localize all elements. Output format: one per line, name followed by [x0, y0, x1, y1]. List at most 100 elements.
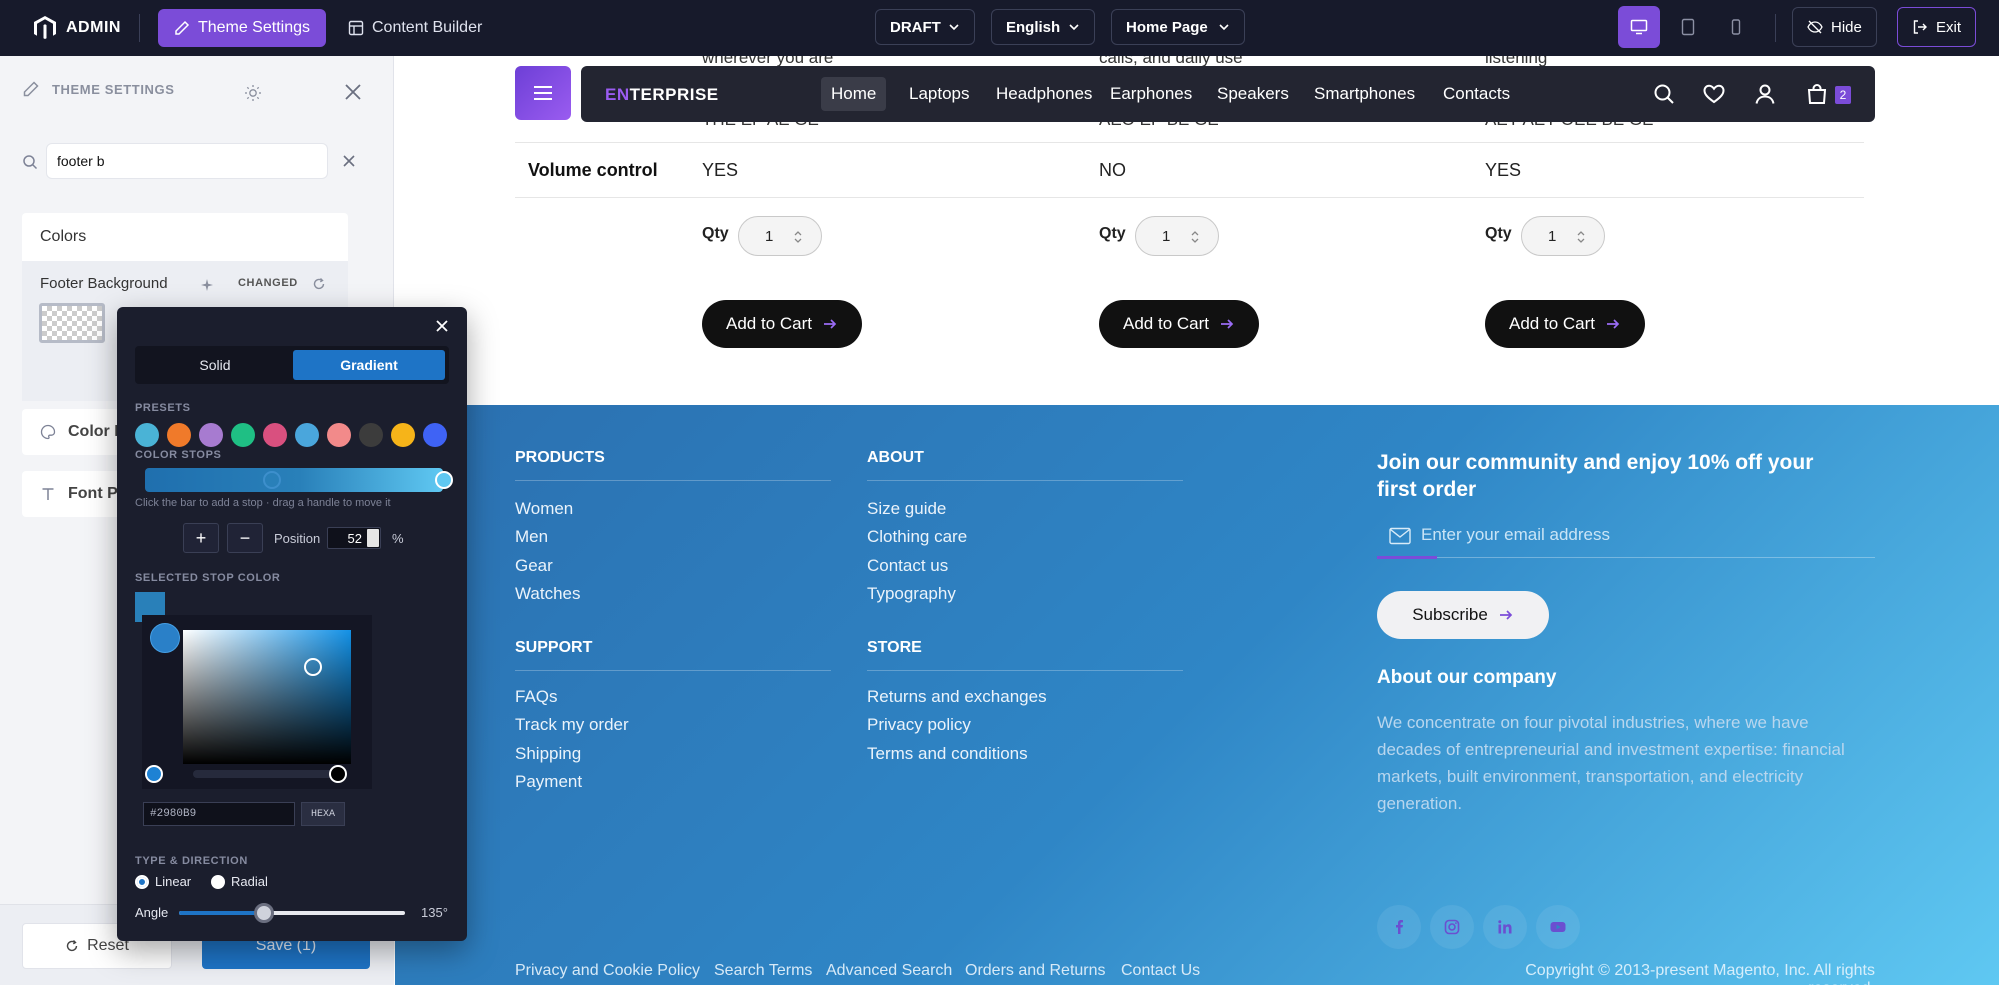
preset-swatch[interactable] — [327, 423, 351, 447]
store-logo[interactable]: ENTERPRISE — [605, 85, 719, 105]
hue-slider-knob[interactable] — [145, 765, 163, 783]
footer-background-swatch[interactable] — [39, 303, 105, 343]
footer-link-privacy[interactable]: Privacy policy — [867, 715, 971, 735]
status-select[interactable]: DRAFT — [875, 9, 975, 45]
footer-link-track-order[interactable]: Track my order — [515, 715, 629, 735]
cart-icon[interactable] — [1805, 82, 1829, 106]
colors-section-header[interactable]: Colors — [22, 213, 348, 261]
search-icon[interactable] — [1652, 82, 1676, 106]
subscribe-button[interactable]: Subscribe — [1377, 591, 1549, 639]
language-select[interactable]: English — [991, 9, 1095, 45]
admin-brand[interactable]: ADMIN — [34, 16, 121, 40]
footer-bottom-link[interactable]: Privacy and Cookie Policy — [515, 962, 700, 980]
nav-home[interactable]: Home — [821, 77, 887, 111]
facebook-button[interactable] — [1377, 905, 1421, 949]
youtube-button[interactable] — [1536, 905, 1580, 949]
footer-link-clothing-care[interactable]: Clothing care — [867, 527, 967, 547]
preset-swatch[interactable] — [199, 423, 223, 447]
tab-gradient[interactable]: Gradient — [293, 350, 445, 380]
exit-icon — [1913, 20, 1927, 34]
linkedin-button[interactable] — [1483, 905, 1527, 949]
footer-link-typography[interactable]: Typography — [867, 584, 956, 604]
remove-stop-button[interactable]: − — [227, 523, 263, 553]
footer-bottom-link[interactable]: Contact Us — [1121, 962, 1200, 980]
footer-link-payment[interactable]: Payment — [515, 772, 582, 792]
mobile-view-button[interactable] — [1715, 6, 1757, 48]
selected-stop-label: SELECTED STOP COLOR — [135, 572, 281, 584]
alpha-slider-knob[interactable] — [329, 765, 347, 783]
footer-link-watches[interactable]: Watches — [515, 584, 581, 604]
nav-contacts[interactable]: Contacts — [1433, 77, 1520, 111]
theme-settings-button[interactable]: Theme Settings — [157, 9, 326, 47]
hide-button[interactable]: Hide — [1792, 7, 1877, 47]
saturation-value-field[interactable] — [183, 630, 351, 764]
footer-link-size-guide[interactable]: Size guide — [867, 499, 946, 519]
angle-slider-fill — [179, 911, 264, 915]
page-select[interactable]: Home Page — [1111, 9, 1245, 45]
preset-swatch[interactable] — [135, 423, 159, 447]
qty-stepper[interactable]: 1 — [1135, 216, 1219, 256]
gradient-stop-handle[interactable] — [262, 471, 281, 489]
footer-bottom-link[interactable]: Search Terms — [714, 962, 812, 980]
instagram-button[interactable] — [1430, 905, 1474, 949]
angle-slider-knob[interactable] — [253, 903, 274, 923]
stepper-arrows-icon[interactable] — [793, 229, 803, 245]
footer-link-terms[interactable]: Terms and conditions — [867, 744, 1028, 764]
newsletter-email-input[interactable] — [1421, 519, 1851, 551]
exit-button[interactable]: Exit — [1897, 7, 1977, 47]
preset-swatch[interactable] — [295, 423, 319, 447]
tab-solid[interactable]: Solid — [139, 350, 291, 380]
nav-smartphones[interactable]: Smartphones — [1304, 77, 1425, 111]
footer-link-men[interactable]: Men — [515, 527, 548, 547]
radio-linear[interactable]: Linear — [135, 874, 191, 889]
settings-search-input[interactable] — [46, 143, 328, 179]
hue-slider-track[interactable] — [193, 770, 343, 778]
add-stop-button[interactable]: + — [183, 523, 219, 553]
footer-link-returns[interactable]: Returns and exchanges — [867, 687, 1047, 707]
logo-accent: EN — [605, 85, 630, 104]
footer-link-faqs[interactable]: FAQs — [515, 687, 558, 707]
preset-swatch[interactable] — [231, 423, 255, 447]
saturation-value-knob[interactable] — [304, 658, 322, 676]
footer-link-gear[interactable]: Gear — [515, 556, 553, 576]
footer-link-shipping[interactable]: Shipping — [515, 744, 581, 764]
sun-icon[interactable] — [244, 84, 262, 102]
color-format-button[interactable]: HEXA — [301, 802, 345, 826]
preset-swatch[interactable] — [391, 423, 415, 447]
add-to-cart-button[interactable]: Add to Cart — [702, 300, 862, 348]
gradient-stops-bar[interactable] — [145, 468, 443, 492]
reset-icon[interactable] — [312, 277, 326, 291]
tablet-view-button[interactable] — [1667, 6, 1709, 48]
preset-swatch[interactable] — [359, 423, 383, 447]
footer-bottom-link[interactable]: Orders and Returns — [965, 962, 1106, 980]
add-to-cart-button[interactable]: Add to Cart — [1099, 300, 1259, 348]
close-icon[interactable] — [435, 319, 449, 333]
clear-search-icon[interactable] — [342, 154, 356, 168]
heart-icon[interactable] — [1702, 82, 1726, 106]
nav-earphones[interactable]: Earphones — [1100, 77, 1202, 111]
footer-link-women[interactable]: Women — [515, 499, 573, 519]
gradient-stop-handle[interactable] — [435, 471, 453, 489]
stepper-arrows-icon[interactable] — [1576, 229, 1586, 245]
radio-radial[interactable]: Radial — [211, 874, 268, 889]
close-icon[interactable] — [343, 82, 363, 102]
add-to-cart-button[interactable]: Add to Cart — [1485, 300, 1645, 348]
footer-bottom-link[interactable]: Advanced Search — [826, 962, 952, 980]
qty-stepper[interactable]: 1 — [1521, 216, 1605, 256]
position-stepper[interactable] — [367, 529, 379, 547]
preset-swatch[interactable] — [167, 423, 191, 447]
qty-stepper[interactable]: 1 — [738, 216, 822, 256]
tablet-icon — [1681, 18, 1695, 36]
hex-input[interactable] — [143, 802, 295, 826]
nav-headphones[interactable]: Headphones — [986, 77, 1102, 111]
preset-swatch[interactable] — [423, 423, 447, 447]
nav-speakers[interactable]: Speakers — [1207, 77, 1299, 111]
nav-laptops[interactable]: Laptops — [899, 77, 980, 111]
preset-swatch[interactable] — [263, 423, 287, 447]
footer-link-contact-us[interactable]: Contact us — [867, 556, 948, 576]
desktop-view-button[interactable] — [1618, 6, 1660, 48]
menu-button[interactable] — [515, 66, 571, 120]
content-builder-button[interactable]: Content Builder — [332, 9, 498, 47]
user-icon[interactable] — [1753, 82, 1777, 106]
stepper-arrows-icon[interactable] — [1190, 229, 1200, 245]
